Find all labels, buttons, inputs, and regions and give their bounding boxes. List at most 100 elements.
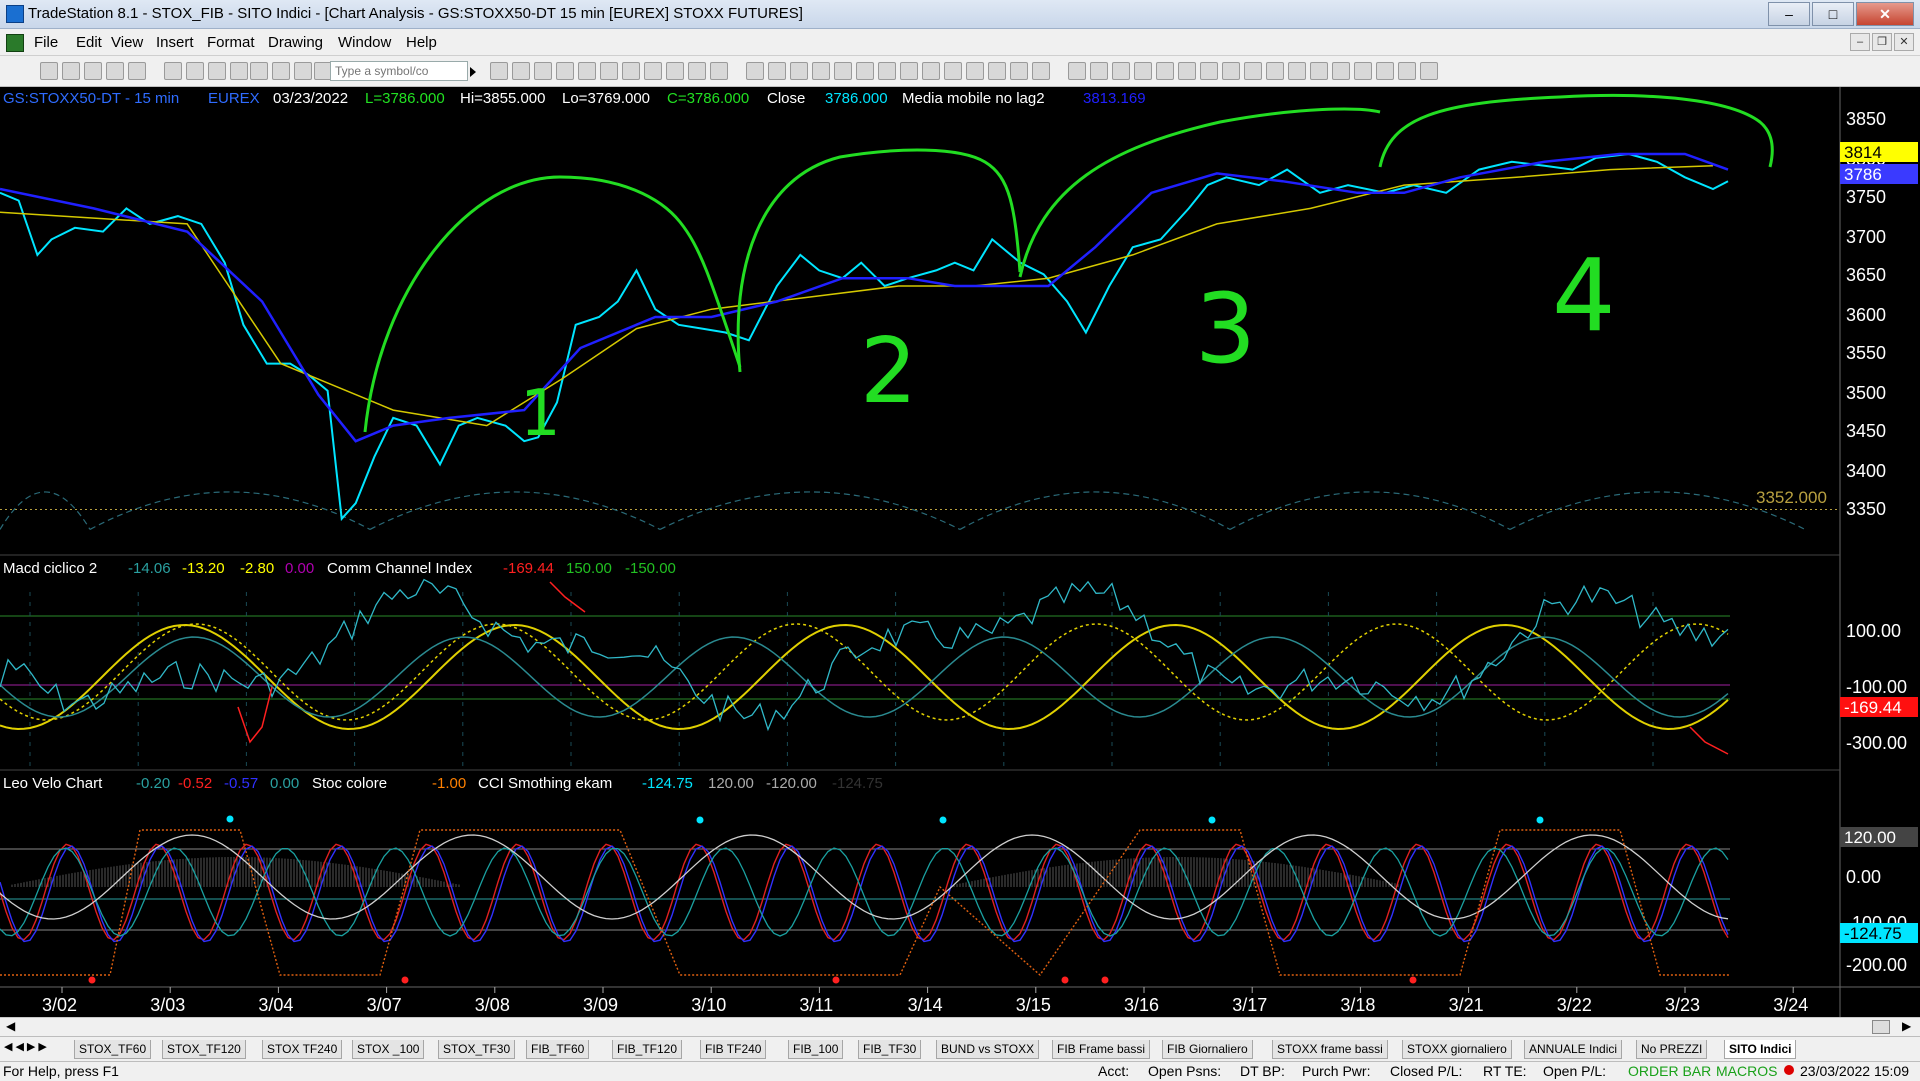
chart-window-icon[interactable] bbox=[6, 34, 24, 52]
menu-help[interactable]: Help bbox=[406, 34, 437, 51]
toolbar-tool-icon[interactable] bbox=[1332, 62, 1350, 80]
mdi-close-button[interactable]: ✕ bbox=[1894, 33, 1914, 51]
toolbar-tool-icon[interactable] bbox=[768, 62, 786, 80]
toolbar-tool-icon[interactable] bbox=[1310, 62, 1328, 80]
tab-stoxx-frame-bassi[interactable]: STOXX frame bassi bbox=[1272, 1040, 1388, 1059]
tab-fib-giornaliero[interactable]: FIB Giornaliero bbox=[1162, 1040, 1253, 1059]
mdi-restore-button[interactable]: ❐ bbox=[1872, 33, 1892, 51]
maximize-button[interactable]: □ bbox=[1812, 2, 1854, 26]
toolbar-tool-icon[interactable] bbox=[1266, 62, 1284, 80]
toolbar-tool-icon[interactable] bbox=[1068, 62, 1086, 80]
toolbar-tool-icon[interactable] bbox=[1010, 62, 1028, 80]
toolbar-button-icon[interactable] bbox=[106, 62, 124, 80]
toolbar-tool-icon[interactable] bbox=[1134, 62, 1152, 80]
tab-bund-vs-stoxx[interactable]: BUND vs STOXX bbox=[936, 1040, 1040, 1059]
toolbar-button-icon[interactable] bbox=[84, 62, 102, 80]
tab-stoxx-giornaliero[interactable]: STOXX giornaliero bbox=[1402, 1040, 1512, 1059]
status-order-bar[interactable]: ORDER BAR bbox=[1628, 1063, 1711, 1079]
tab-fib-tf240[interactable]: FIB TF240 bbox=[700, 1040, 767, 1059]
horizontal-scrollbar[interactable]: ◀ ▶ bbox=[0, 1017, 1920, 1036]
chart-canvas[interactable] bbox=[0, 87, 1920, 1017]
toolbar-tool-icon[interactable] bbox=[878, 62, 896, 80]
toolbar-tool-icon[interactable] bbox=[512, 62, 530, 80]
toolbar-button-icon[interactable] bbox=[250, 62, 268, 80]
tab-fib-100[interactable]: FIB_100 bbox=[788, 1040, 844, 1059]
tab-stox-100[interactable]: STOX _100 bbox=[352, 1040, 425, 1059]
tab-stox-tf30[interactable]: STOX_TF30 bbox=[438, 1040, 516, 1059]
tab-fib-tf60[interactable]: FIB_TF60 bbox=[526, 1040, 590, 1059]
toolbar-tool-icon[interactable] bbox=[988, 62, 1006, 80]
toolbar-tool-icon[interactable] bbox=[1376, 62, 1394, 80]
menu-drawing[interactable]: Drawing bbox=[268, 34, 323, 51]
toolbar-tool-icon[interactable] bbox=[1398, 62, 1416, 80]
toolbar-tool-icon[interactable] bbox=[834, 62, 852, 80]
tab-nav-icon[interactable]: ◀◀▶▶ bbox=[4, 1040, 50, 1053]
toolbar-tool-icon[interactable] bbox=[1178, 62, 1196, 80]
tab-annuale-indici[interactable]: ANNUALE Indici bbox=[1524, 1040, 1623, 1059]
tab-no-prezzi[interactable]: No PREZZI bbox=[1636, 1040, 1708, 1059]
toolbar-button-icon[interactable] bbox=[164, 62, 182, 80]
toolbar-tool-icon[interactable] bbox=[710, 62, 728, 80]
toolbar-button-icon[interactable] bbox=[62, 62, 80, 80]
toolbar-button-icon[interactable] bbox=[186, 62, 204, 80]
toolbar-tool-icon[interactable] bbox=[688, 62, 706, 80]
toolbar-tool-icon[interactable] bbox=[1032, 62, 1050, 80]
tab-fib-tf120[interactable]: FIB_TF120 bbox=[612, 1040, 683, 1059]
axis-tick-label: 3600 bbox=[1846, 305, 1887, 325]
close-button[interactable]: ✕ bbox=[1856, 2, 1914, 26]
toolbar-tool-icon[interactable] bbox=[1244, 62, 1262, 80]
toolbar-tool-icon[interactable] bbox=[900, 62, 918, 80]
mdi-minimize-button[interactable]: – bbox=[1850, 33, 1870, 51]
scroll-left-icon[interactable]: ◀ bbox=[6, 1019, 15, 1033]
minimize-button[interactable]: – bbox=[1768, 2, 1810, 26]
go-arrow-icon[interactable] bbox=[470, 67, 476, 77]
symbol-input[interactable] bbox=[330, 61, 468, 81]
toolbar-tool-icon[interactable] bbox=[1200, 62, 1218, 80]
toolbar-tool-icon[interactable] bbox=[812, 62, 830, 80]
toolbar-tool-icon[interactable] bbox=[966, 62, 984, 80]
chart-area[interactable]: GS:STOXX50-DT - 15 min EUREX 03/23/2022 … bbox=[0, 87, 1920, 1017]
toolbar-tool-icon[interactable] bbox=[1112, 62, 1130, 80]
toolbar-tool-icon[interactable] bbox=[1354, 62, 1372, 80]
toolbar-tool-icon[interactable] bbox=[534, 62, 552, 80]
toolbar-button-icon[interactable] bbox=[208, 62, 226, 80]
toolbar-tool-icon[interactable] bbox=[556, 62, 574, 80]
menu-file[interactable]: File bbox=[34, 34, 58, 51]
toolbar-tool-icon[interactable] bbox=[490, 62, 508, 80]
toolbar-button-icon[interactable] bbox=[272, 62, 290, 80]
toolbar-tool-icon[interactable] bbox=[666, 62, 684, 80]
scroll-thumb[interactable] bbox=[1872, 1020, 1890, 1034]
status-macros[interactable]: MACROS bbox=[1716, 1063, 1777, 1079]
toolbar-tool-icon[interactable] bbox=[622, 62, 640, 80]
tab-stox-tf120[interactable]: STOX_TF120 bbox=[162, 1040, 246, 1059]
toolbar-tool-icon[interactable] bbox=[856, 62, 874, 80]
toolbar-tool-icon[interactable] bbox=[1420, 62, 1438, 80]
menu-window[interactable]: Window bbox=[338, 34, 391, 51]
tab-fib-frame-bassi[interactable]: FIB Frame bassi bbox=[1052, 1040, 1151, 1059]
menu-edit[interactable]: Edit bbox=[76, 34, 102, 51]
toolbar-button-icon[interactable] bbox=[230, 62, 248, 80]
toolbar-button-icon[interactable] bbox=[40, 62, 58, 80]
scroll-right-icon[interactable]: ▶ bbox=[1902, 1019, 1911, 1033]
toolbar-tool-icon[interactable] bbox=[644, 62, 662, 80]
toolbar-tool-icon[interactable] bbox=[1288, 62, 1306, 80]
toolbar-tool-icon[interactable] bbox=[578, 62, 596, 80]
menu-insert[interactable]: Insert bbox=[156, 34, 194, 51]
toolbar-tool-icon[interactable] bbox=[746, 62, 764, 80]
toolbar-tool-icon[interactable] bbox=[1156, 62, 1174, 80]
toolbar-button-icon[interactable] bbox=[294, 62, 312, 80]
toolbar-tool-icon[interactable] bbox=[922, 62, 940, 80]
toolbar-tool-icon[interactable] bbox=[1090, 62, 1108, 80]
menu-view[interactable]: View bbox=[111, 34, 143, 51]
toolbar-tool-icon[interactable] bbox=[944, 62, 962, 80]
tab-stox-tf60[interactable]: STOX_TF60 bbox=[74, 1040, 152, 1059]
toolbar-tool-icon[interactable] bbox=[1222, 62, 1240, 80]
axis-tick-label: 3550 bbox=[1846, 343, 1887, 363]
toolbar-tool-icon[interactable] bbox=[790, 62, 808, 80]
toolbar-button-icon[interactable] bbox=[128, 62, 146, 80]
toolbar-tool-icon[interactable] bbox=[600, 62, 618, 80]
menu-format[interactable]: Format bbox=[207, 34, 255, 51]
tab-fib-tf30[interactable]: FIB_TF30 bbox=[858, 1040, 922, 1059]
tab-stox-tf240[interactable]: STOX TF240 bbox=[262, 1040, 343, 1059]
tab-sito-indici[interactable]: SITO Indici bbox=[1724, 1040, 1797, 1059]
